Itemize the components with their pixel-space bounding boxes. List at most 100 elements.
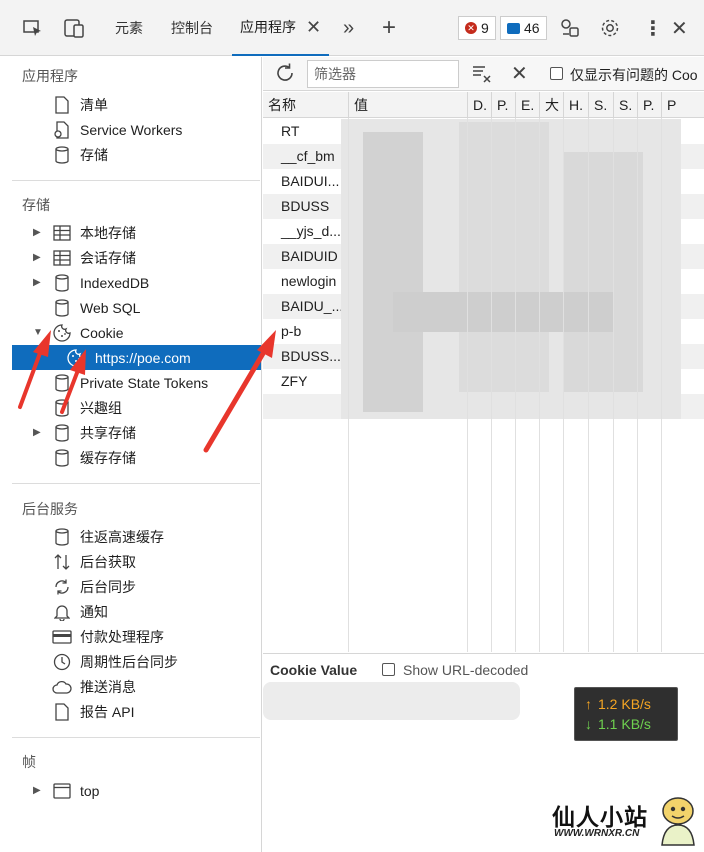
chevron-double-right-icon: »: [343, 16, 355, 39]
more-tabs-button[interactable]: »: [343, 0, 354, 56]
sidebar-item-cookie-origin[interactable]: https://poe.com: [12, 345, 261, 370]
column-header-domain[interactable]: D.: [467, 92, 491, 118]
sidebar-item-local-storage[interactable]: ▶ 本地存储: [0, 220, 261, 245]
plus-icon: +: [382, 14, 397, 41]
sidebar-item-label: https://poe.com: [95, 349, 191, 366]
sidebar-item-push-messaging[interactable]: 推送消息: [0, 674, 261, 699]
sidebar-item-manifest[interactable]: 清单: [0, 92, 261, 117]
gear-document-icon: [52, 120, 72, 140]
cookie-icon: [52, 323, 72, 343]
sync-icon: [52, 577, 72, 597]
device-emulation-button[interactable]: [63, 0, 85, 56]
application-sidebar: 应用程序 清单 Service Workers 存储 存储 ▶ 本地存储 ▶ 会…: [0, 57, 262, 852]
sidebar-item-label: 往返高速缓存: [80, 528, 164, 545]
column-header-samesite[interactable]: S.: [613, 92, 637, 118]
watermark-url: WWW.WRNXR.CN: [554, 828, 640, 839]
column-divider: [348, 118, 349, 652]
cookie-name: __yjs_d...: [281, 223, 341, 239]
expand-arrow-icon[interactable]: ▶: [33, 227, 43, 238]
filter-input[interactable]: [307, 60, 459, 88]
database-icon: [52, 273, 72, 293]
cookie-name: ZFY: [281, 373, 308, 389]
messages-badge[interactable]: 46: [500, 0, 547, 56]
redacted-block: [363, 132, 423, 412]
sidebar-item-periodic-background-sync[interactable]: 周期性后台同步: [0, 649, 261, 674]
column-header-httponly[interactable]: H.: [563, 92, 588, 118]
tab-console-label: 控制台: [171, 20, 213, 36]
column-divider: [467, 118, 468, 652]
frame-icon: [52, 781, 72, 801]
expand-arrow-icon[interactable]: ▶: [33, 785, 43, 796]
document-icon: [52, 702, 72, 722]
cookie-name: RT: [281, 123, 300, 139]
database-icon: [52, 527, 72, 547]
expand-arrow-icon[interactable]: ▶: [33, 252, 43, 263]
section-title-frames: 帧: [22, 754, 36, 770]
column-header-value[interactable]: 值: [348, 92, 467, 118]
errors-badge[interactable]: ✕ 9: [458, 0, 496, 56]
column-header-path[interactable]: P.: [491, 92, 515, 118]
column-divider: [637, 118, 638, 652]
database-icon: [52, 373, 72, 393]
url-decoded-checkbox[interactable]: [382, 663, 395, 676]
column-header-secure[interactable]: S.: [588, 92, 613, 118]
column-header-expires[interactable]: E.: [515, 92, 539, 118]
sidebar-item-label: IndexedDB: [80, 274, 150, 291]
clear-filtered-icon[interactable]: [471, 63, 493, 88]
sidebar-item-background-sync[interactable]: 后台同步: [0, 574, 261, 599]
column-header-size[interactable]: 大: [539, 92, 563, 118]
customize-button[interactable]: [559, 0, 581, 56]
connection-icon: [561, 19, 579, 37]
sidebar-item-back-forward-cache[interactable]: 往返高速缓存: [0, 524, 261, 549]
sidebar-item-session-storage[interactable]: ▶ 会话存储: [0, 245, 261, 270]
table-icon: [52, 223, 72, 243]
column-header-partition-key[interactable]: P.: [637, 92, 661, 118]
sidebar-item-notifications[interactable]: 通知: [0, 599, 261, 624]
column-header-name[interactable]: 名称: [263, 92, 348, 118]
add-tab-button[interactable]: +: [382, 0, 396, 56]
gear-icon: [601, 19, 619, 37]
error-icon: ✕: [465, 22, 477, 34]
section-title-application: 应用程序: [22, 68, 78, 84]
column-header-priority[interactable]: P: [661, 92, 704, 118]
sidebar-item-reporting-api[interactable]: 报告 API: [0, 699, 261, 724]
sidebar-item-background-fetch[interactable]: 后台获取: [0, 549, 261, 574]
cookie-icon: [66, 348, 86, 368]
sidebar-item-label: 后台同步: [80, 578, 136, 595]
tab-elements[interactable]: 元素: [115, 0, 143, 56]
messages-count: 46: [524, 20, 540, 36]
column-divider: [588, 118, 589, 652]
database-icon: [52, 145, 72, 165]
sidebar-item-service-workers[interactable]: Service Workers: [0, 117, 261, 142]
close-devtools-button[interactable]: ✕: [671, 0, 688, 56]
table-header: 名称 值 D. P. E. 大 H. S. S. P. P: [263, 92, 704, 118]
settings-button[interactable]: [599, 0, 621, 56]
more-options-button[interactable]: ⋮: [643, 0, 663, 56]
network-speed-widget: ↑ 1.2 KB/s ↓ 1.1 KB/s: [574, 687, 678, 741]
sidebar-item-label: 清单: [80, 96, 108, 113]
sidebar-item-label: 共享存储: [80, 424, 136, 441]
sidebar-item-storage-overview[interactable]: 存储: [0, 142, 261, 167]
expand-arrow-icon[interactable]: ▶: [33, 277, 43, 288]
tab-console[interactable]: 控制台: [171, 0, 213, 56]
sidebar-item-shared-storage[interactable]: ▶ 共享存储: [0, 420, 261, 445]
sidebar-item-indexeddb[interactable]: ▶ IndexedDB: [0, 270, 261, 295]
collapse-arrow-icon[interactable]: ▼: [33, 327, 43, 338]
tab-application[interactable]: 应用程序 ✕: [232, 0, 330, 56]
close-tab-icon[interactable]: ✕: [306, 17, 321, 38]
sidebar-item-cache-storage[interactable]: 缓存存储: [0, 445, 261, 470]
refresh-icon[interactable]: [273, 61, 297, 88]
only-issues-checkbox[interactable]: [550, 67, 563, 80]
sidebar-item-private-state-tokens[interactable]: Private State Tokens: [0, 370, 261, 395]
more-vertical-icon: ⋮: [643, 17, 663, 40]
upload-arrow-icon: ↑: [585, 696, 592, 712]
sidebar-item-cookie[interactable]: ▼ Cookie: [0, 320, 261, 345]
sidebar-item-interest-groups[interactable]: 兴趣组: [0, 395, 261, 420]
sidebar-item-web-sql[interactable]: Web SQL: [0, 295, 261, 320]
sidebar-item-payment-handler[interactable]: 付款处理程序: [0, 624, 261, 649]
inspect-element-button[interactable]: [22, 0, 44, 56]
sidebar-item-frame-top[interactable]: ▶ top: [0, 778, 261, 803]
expand-arrow-icon[interactable]: ▶: [33, 427, 43, 438]
cookie-value-title: Cookie Value: [270, 662, 358, 678]
clear-all-icon[interactable]: ✕: [511, 61, 528, 86]
